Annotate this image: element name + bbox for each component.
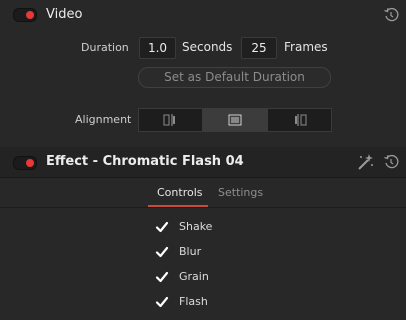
alignment-label: Alignment (75, 113, 132, 126)
duration-seconds-field[interactable]: 1.0 (139, 37, 176, 59)
alignment-segmented-control (138, 108, 332, 132)
align-center-icon (228, 114, 242, 126)
checkmark-icon[interactable] (155, 295, 169, 309)
checkbox-label: Grain (179, 270, 209, 283)
video-section-header: Video (0, 0, 406, 30)
header-divider (0, 177, 406, 178)
checkbox-item-flash[interactable]: Flash (155, 294, 275, 310)
duration-label: Duration (81, 41, 129, 54)
checkmark-icon[interactable] (155, 270, 169, 284)
checkbox-label: Blur (179, 245, 202, 258)
checkmark-icon[interactable] (155, 245, 169, 259)
toggle-knob (26, 11, 34, 19)
duration-frames-field[interactable]: 25 (241, 37, 277, 59)
tabs-divider (0, 207, 406, 208)
align-right-button[interactable] (267, 108, 332, 132)
checkbox-item-blur[interactable]: Blur (155, 244, 275, 260)
align-left-button[interactable] (138, 108, 203, 132)
checkbox-label: Shake (179, 220, 213, 233)
tab-settings[interactable]: Settings (218, 186, 263, 199)
effect-enable-toggle[interactable] (13, 156, 37, 170)
checkbox-item-grain[interactable]: Grain (155, 269, 275, 285)
checkbox-item-shake[interactable]: Shake (155, 219, 275, 235)
set-default-duration-button[interactable]: Set as Default Duration (138, 67, 331, 88)
seconds-label: Seconds (182, 40, 233, 54)
align-right-icon (295, 114, 307, 126)
video-enable-toggle[interactable] (13, 8, 37, 22)
checkbox-label: Flash (179, 295, 208, 308)
video-section-title: Video (46, 7, 83, 22)
align-left-icon (163, 114, 175, 126)
reset-icon[interactable] (383, 7, 399, 23)
reset-icon[interactable] (383, 154, 399, 170)
frames-label: Frames (284, 40, 328, 54)
magic-wand-icon[interactable] (355, 152, 375, 172)
effect-section-header: Effect - Chromatic Flash 04 (0, 147, 406, 177)
tab-controls[interactable]: Controls (157, 186, 203, 199)
checkmark-icon[interactable] (155, 220, 169, 234)
effect-section-title: Effect - Chromatic Flash 04 (46, 154, 244, 169)
toggle-knob (26, 159, 34, 167)
align-center-button[interactable] (202, 108, 268, 132)
